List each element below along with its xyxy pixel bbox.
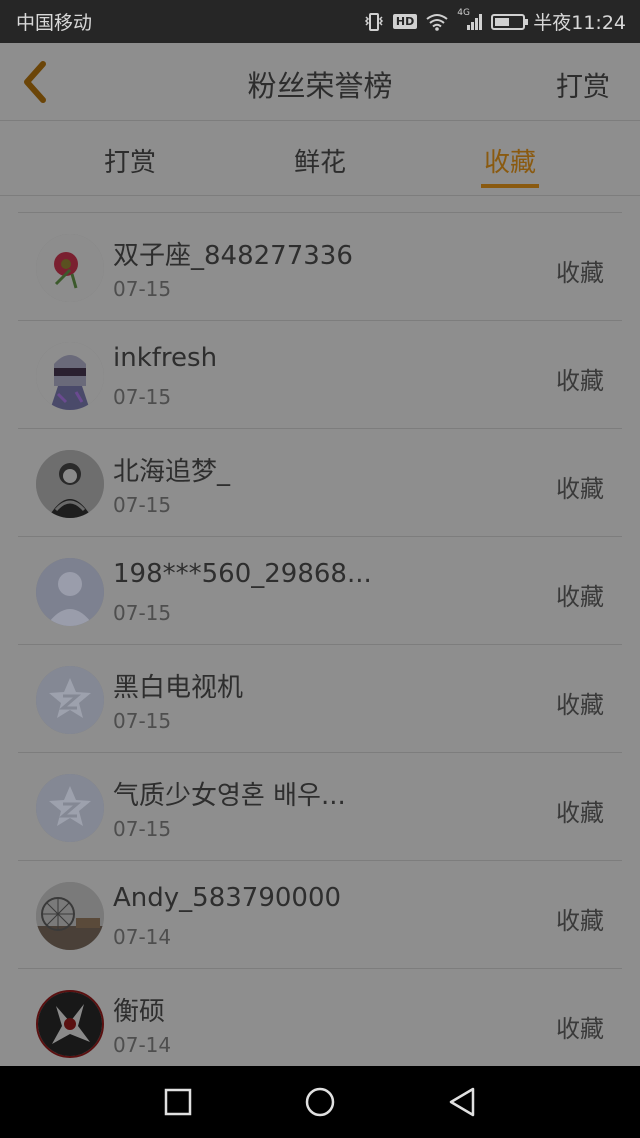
fan-name: Andy_583790000 [113, 883, 342, 913]
fan-name: 衡硕 [113, 997, 166, 1027]
network-type-label: 4G [457, 7, 470, 18]
fan-action-type: 收藏 [556, 907, 604, 935]
fan-row[interactable]: 气质少女영혼 배우... 07-15 收藏 [18, 753, 622, 861]
flower-photo-avatar[interactable] [36, 234, 104, 302]
recent-apps-icon [164, 1088, 192, 1116]
back-triangle-icon [449, 1087, 475, 1117]
hd-icon: HD [392, 14, 418, 29]
fan-row[interactable]: inkfresh 07-15 收藏 [18, 321, 622, 429]
page-title: 粉丝荣誉榜 [247, 69, 393, 103]
fan-action-type: 收藏 [556, 259, 604, 287]
home-button[interactable] [300, 1084, 340, 1120]
fan-date: 07-14 [113, 925, 172, 949]
home-icon [305, 1087, 335, 1117]
system-nav-bar [0, 1066, 640, 1138]
fan-name: 198***560_29868... [113, 559, 372, 589]
fan-row[interactable]: 衡硕 07-14 收藏 [18, 969, 622, 1077]
fan-date: 07-15 [113, 601, 172, 625]
fan-row[interactable]: Andy_583790000 07-14 收藏 [18, 861, 622, 969]
fan-row[interactable]: 黑白电视机 07-15 收藏 [18, 645, 622, 753]
fan-date: 07-15 [113, 277, 172, 301]
fan-name: inkfresh [113, 343, 218, 373]
tab-favorites[interactable]: 收藏 [440, 142, 580, 179]
fan-action-type: 收藏 [556, 367, 604, 395]
fan-action-type: 收藏 [556, 475, 604, 503]
tab-reward[interactable]: 打赏 [60, 142, 200, 179]
active-tab-indicator [481, 184, 539, 188]
fan-action-type: 收藏 [556, 691, 604, 719]
fan-action-type: 收藏 [556, 799, 604, 827]
signal-icon: 4G [457, 8, 483, 32]
fan-action-type: 收藏 [556, 1015, 604, 1043]
status-icons: HD 4G 半夜11:24 [363, 8, 626, 35]
title-bar: 粉丝荣誉榜 打赏 [0, 43, 640, 121]
carrier-label: 中国移动 [16, 12, 93, 34]
fan-date: 07-15 [113, 709, 172, 733]
fan-name: 北海追梦_ [113, 457, 231, 487]
fan-row[interactable]: 北海追梦_ 07-15 收藏 [18, 429, 622, 537]
fan-date: 07-14 [113, 1033, 172, 1057]
vibrate-icon [363, 12, 385, 32]
default-person-avatar[interactable] [36, 558, 104, 626]
status-bar: 中国移动 HD 4G 半夜11:24 [0, 0, 640, 43]
fan-row[interactable]: 双子座_848277336 07-15 收藏 [18, 213, 622, 321]
fan-name: 双子座_848277336 [113, 241, 353, 271]
clock: 半夜11:24 [533, 12, 626, 34]
anime-character-avatar[interactable] [36, 342, 104, 410]
fan-date: 07-15 [113, 493, 172, 517]
fan-name: 气质少女영혼 배우... [113, 781, 346, 811]
dark-figure-avatar[interactable] [36, 450, 104, 518]
tab-flowers[interactable]: 鲜花 [250, 142, 390, 179]
battery-icon [491, 13, 529, 30]
wifi-icon [425, 13, 449, 31]
fan-row[interactable]: 198***560_29868... 07-15 收藏 [18, 537, 622, 645]
tab-bar: 打赏 鲜花 收藏 [0, 122, 640, 196]
recent-apps-button[interactable] [158, 1084, 198, 1120]
dark-art-avatar[interactable] [36, 990, 104, 1058]
fan-action-type: 收藏 [556, 583, 604, 611]
fan-date: 07-15 [113, 817, 172, 841]
z-logo-avatar[interactable] [36, 666, 104, 734]
reward-button[interactable]: 打赏 [556, 65, 610, 104]
fan-date: 07-15 [113, 385, 172, 409]
back-nav-button[interactable] [442, 1084, 482, 1120]
fan-name: 黑白电视机 [113, 673, 244, 703]
z-logo-avatar[interactable] [36, 774, 104, 842]
ferris-wheel-avatar[interactable] [36, 882, 104, 950]
